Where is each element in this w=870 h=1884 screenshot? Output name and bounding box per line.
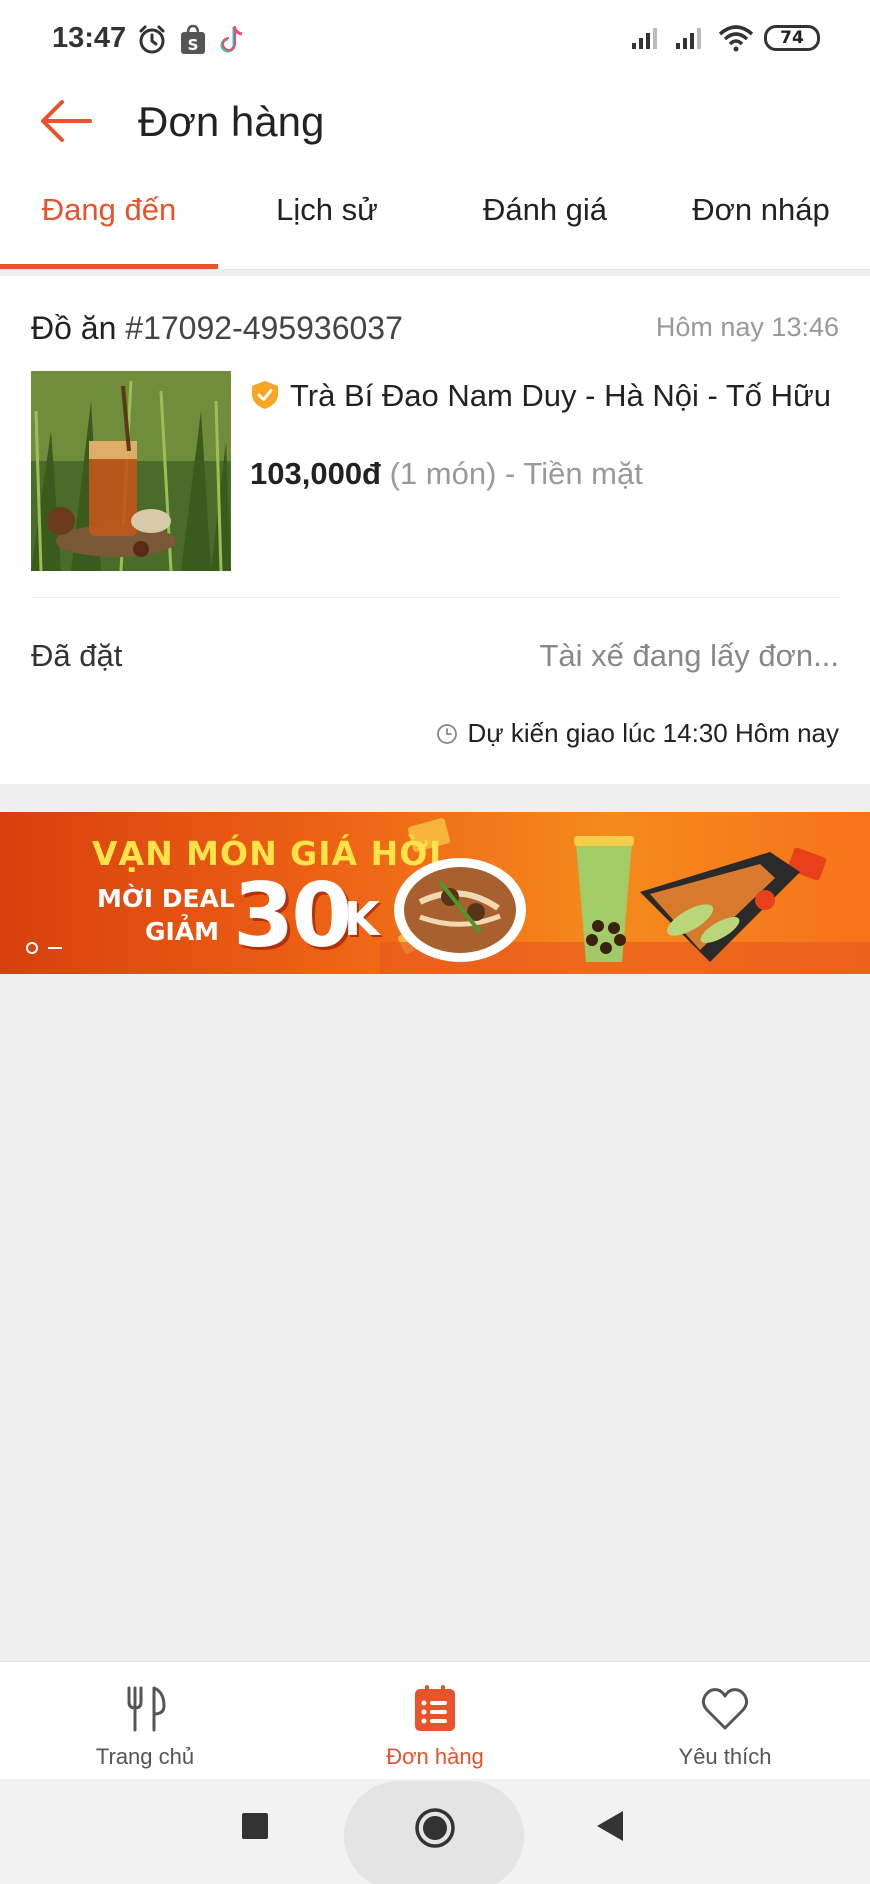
status-time: 13:47 — [52, 22, 127, 54]
home-circle-icon[interactable] — [414, 1807, 456, 1849]
clock-icon — [436, 723, 457, 744]
nav-trang-chu[interactable]: Trang chủ — [45, 1684, 245, 1770]
shopee-icon: S — [181, 24, 205, 54]
page-title: Đơn hàng — [138, 98, 325, 145]
shop-name: Trà Bí Đao Nam Duy - Hà Nội - Tố Hữu — [290, 378, 832, 413]
tiktok-icon — [220, 26, 243, 53]
pagination-dot-active — [26, 942, 38, 954]
pagination-dot — [48, 947, 62, 949]
order-status: Đã đặt — [31, 638, 123, 673]
tab-danh-gia[interactable]: Đánh giá — [436, 192, 654, 228]
active-tab-indicator — [0, 264, 218, 269]
nav-label: Trang chủ — [95, 1744, 195, 1769]
order-summary: 103,000đ (1 món) - Tiền mặt — [250, 456, 643, 492]
divider — [31, 597, 839, 598]
delivery-eta: Dự kiến giao lúc 14:30 Hôm nay — [436, 718, 840, 749]
tab-don-nhap[interactable]: Đơn nháp — [652, 192, 870, 228]
header: Đơn hàng — [0, 76, 870, 170]
battery-icon: 74 — [764, 25, 820, 51]
eta-text: Dự kiến giao lúc 14:30 Hôm nay — [467, 718, 840, 748]
banner-discount-label: GIẢM — [145, 917, 220, 946]
system-nav-bar — [0, 1779, 870, 1884]
wifi-icon — [718, 25, 754, 52]
nav-don-hang[interactable]: Đơn hàng — [335, 1684, 535, 1770]
tab-dang-den[interactable]: Đang đến — [0, 192, 218, 228]
banner-subline: MỜI DEAL — [97, 884, 235, 913]
order-list-icon — [415, 1685, 455, 1731]
order-type: Đồ ăn — [31, 310, 117, 346]
svg-text:S: S — [188, 36, 199, 54]
verified-shield-icon — [252, 381, 278, 409]
nav-label: Đơn hàng — [386, 1744, 484, 1769]
heart-icon — [701, 1688, 749, 1730]
recents-square-icon[interactable] — [242, 1813, 268, 1839]
order-header: Đồ ăn #17092-495936037 — [31, 310, 403, 347]
banner-discount-unit: K — [344, 892, 380, 946]
order-time: Hôm nay 13:46 — [655, 312, 839, 342]
bottom-nav: Trang chủ Đơn hàng Yêu thích — [0, 1661, 870, 1779]
order-price: 103,000đ — [250, 456, 381, 491]
driver-status: Tài xế đang lấy đơn... — [539, 638, 840, 673]
order-id: #17092-495936037 — [125, 310, 403, 346]
order-details: (1 món) - Tiền mặt — [381, 456, 643, 491]
status-right-group: 74 — [630, 24, 820, 52]
banner-discount-value: 30 — [233, 864, 352, 967]
alarm-icon — [139, 25, 165, 54]
arrow-left-icon[interactable] — [38, 96, 94, 146]
order-card[interactable]: Đồ ăn #17092-495936037 Hôm nay 13:46 Trà… — [0, 276, 870, 784]
signal-icon — [632, 28, 657, 49]
promo-banner[interactable]: VẠN MÓN GIÁ HỜI MỜI DEAL GIẢM 30 K — [0, 812, 870, 974]
back-triangle-icon[interactable] — [597, 1811, 625, 1841]
banner-pagination — [26, 942, 62, 954]
nav-yeu-thich[interactable]: Yêu thích — [625, 1684, 825, 1770]
fork-knife-icon — [127, 1686, 166, 1732]
nav-label: Yêu thích — [678, 1744, 772, 1769]
banner-food-image — [394, 836, 800, 962]
tab-lich-su[interactable]: Lịch sử — [218, 192, 436, 228]
signal-icon — [676, 28, 701, 49]
status-bar: 13:47 S 74 — [0, 0, 870, 76]
tab-bar: Đang đến Lịch sử Đánh giá Đơn nháp — [0, 170, 870, 270]
shop-thumbnail — [31, 371, 231, 571]
